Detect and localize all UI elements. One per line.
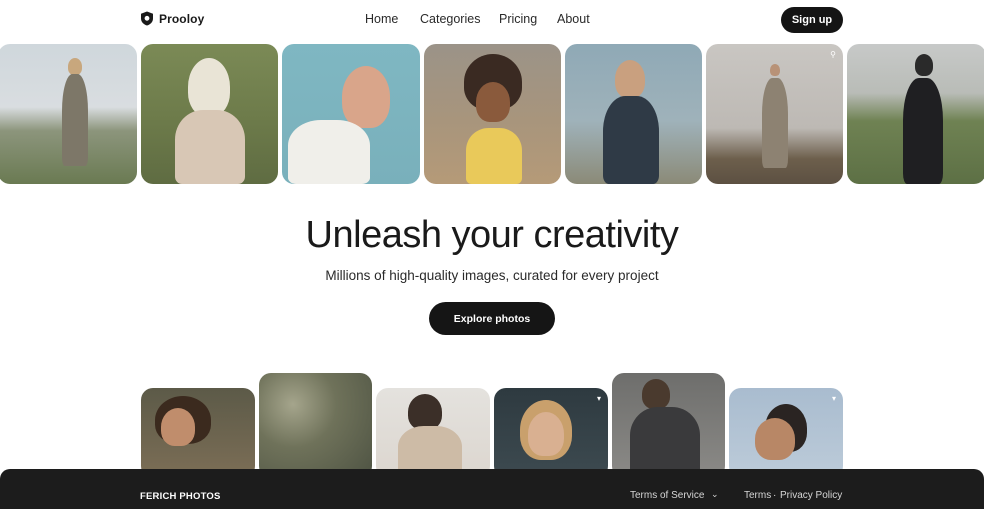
photo-tile[interactable] bbox=[141, 388, 255, 478]
search-icon[interactable]: ⚲ bbox=[830, 50, 836, 59]
photo-tile[interactable] bbox=[612, 373, 725, 478]
footer-separator: · bbox=[773, 490, 777, 501]
site-footer: FERICH PHOTOS Terms of Service ⌄ Terms ·… bbox=[0, 469, 984, 509]
photo-tile[interactable]: ▾ bbox=[494, 388, 608, 478]
nav-item-pricing[interactable]: Pricing bbox=[499, 12, 537, 26]
photo-tile[interactable] bbox=[259, 373, 372, 478]
photo-tile[interactable] bbox=[424, 44, 561, 184]
nav-item-categories[interactable]: Categories bbox=[420, 12, 480, 26]
photo-tile[interactable] bbox=[0, 44, 137, 184]
chevron-down-icon[interactable]: ▾ bbox=[832, 394, 836, 403]
chevron-down-icon[interactable]: ▾ bbox=[597, 394, 601, 403]
hero-subtitle: Millions of high-quality images, curated… bbox=[325, 268, 659, 283]
photo-tile[interactable]: ▾ bbox=[729, 388, 843, 478]
terms-link[interactable]: Terms bbox=[744, 490, 771, 501]
hero-title: Unleash your creativity bbox=[305, 214, 679, 256]
photo-tile[interactable] bbox=[847, 44, 984, 184]
footer-brand: FERICH PHOTOS bbox=[140, 491, 221, 502]
chevron-down-icon[interactable]: ⌄ bbox=[711, 489, 719, 500]
privacy-policy-link[interactable]: Privacy Policy bbox=[780, 490, 842, 501]
explore-photos-button[interactable]: Explore photos bbox=[429, 302, 555, 335]
photo-tile[interactable] bbox=[282, 44, 420, 184]
photo-tile[interactable] bbox=[376, 388, 490, 478]
photo-tile[interactable]: ⚲ bbox=[706, 44, 843, 184]
nav-item-about[interactable]: About bbox=[557, 12, 590, 26]
photo-tile[interactable] bbox=[141, 44, 278, 184]
signup-button[interactable]: Sign up bbox=[781, 7, 843, 33]
site-header: Prooloy Home Categories Pricing About Si… bbox=[0, 0, 984, 42]
nav-item-home[interactable]: Home bbox=[365, 12, 398, 26]
photo-tile[interactable] bbox=[565, 44, 702, 184]
terms-of-service-link[interactable]: Terms of Service bbox=[630, 490, 704, 501]
